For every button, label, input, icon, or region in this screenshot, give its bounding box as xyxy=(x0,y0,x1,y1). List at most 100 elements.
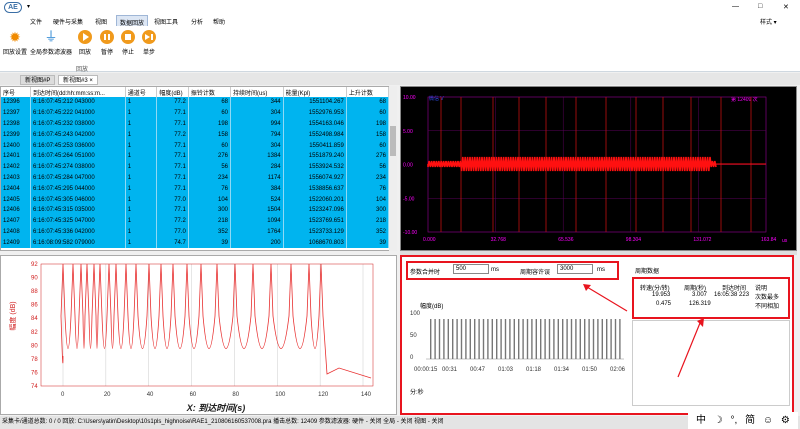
amplitude-time-chart: 92 90 88 86 84 82 80 78 76 74 0 20 40 60 80 100 120 140 幅… xyxy=(0,255,397,415)
table-cell: 794 xyxy=(230,129,284,141)
table-cell: 6:16:08:09:582 079000 xyxy=(30,237,126,249)
table-row[interactable]: 12406 6:16:07:45:315 035000 1 77.1 300 1504 15… xyxy=(1,204,390,216)
col-rise-count[interactable]: 上升计数 xyxy=(346,87,390,97)
table-row[interactable]: 12396 6:16:07:45:212 043000 1 77.2 68 344 1551… xyxy=(1,97,390,108)
table-cell: 218 xyxy=(188,215,232,227)
stop-button[interactable]: 停止 xyxy=(117,30,139,56)
minimize-button[interactable]: — xyxy=(732,3,739,10)
close-tab-icon[interactable]: × xyxy=(89,78,93,84)
ime-emoji-icon[interactable]: ☺ xyxy=(763,415,773,426)
gear-icon: ✹ xyxy=(9,29,21,45)
col-amplitude[interactable]: 幅度(dB) xyxy=(156,87,189,97)
table-cell: 77.2 xyxy=(156,97,189,108)
bar xyxy=(434,319,436,359)
table-scrollbar[interactable] xyxy=(389,86,397,251)
scrollbar-thumb[interactable] xyxy=(390,126,396,156)
ime-simplified[interactable]: 简 xyxy=(745,415,755,426)
quick-access-dropdown-icon[interactable]: ▾ xyxy=(27,3,30,10)
ribbon: ✹ 回放设置 ⏚ 全局参数滤波器 回放 暂停 停止 单步 回放 xyxy=(0,26,800,73)
menu-view[interactable]: 视图 xyxy=(95,17,107,26)
period-tolerance-input[interactable]: 3000 xyxy=(557,264,593,274)
table-row[interactable]: 12400 6:16:07:45:253 036000 1 77.1 60 304 1550… xyxy=(1,140,390,151)
table-cell: 1174 xyxy=(230,172,284,184)
table-row[interactable]: 12399 6:16:07:45:243 042000 1 77.2 158 794 155… xyxy=(1,129,390,141)
wave-y-tick: 10.00 xyxy=(403,95,416,101)
table-row[interactable]: 12398 6:16:07:45:232 038000 1 77.1 198 994 155… xyxy=(1,118,390,130)
amp-y-tick: 84 xyxy=(31,316,38,322)
bar xyxy=(430,319,432,359)
table-cell: 1 xyxy=(125,183,158,195)
bar xyxy=(496,319,498,359)
ime-settings-icon[interactable]: ⚙ xyxy=(781,415,790,426)
col-duration[interactable]: 持续时间(us) xyxy=(230,87,284,97)
ime-chinese[interactable]: 中 xyxy=(696,415,706,426)
table-cell: 1 xyxy=(125,237,158,249)
table-cell: 1384 xyxy=(230,150,284,162)
table-cell: 1764 xyxy=(230,226,284,238)
bar-y-tick: 100 xyxy=(410,311,421,317)
play-button[interactable]: 回放 xyxy=(74,30,96,56)
table-row[interactable]: 12409 6:16:08:09:582 079000 1 74.7 39 200 1068… xyxy=(1,237,390,249)
menu-hardware[interactable]: 硬件与采集 xyxy=(53,17,83,26)
maximize-button[interactable]: □ xyxy=(758,3,762,10)
title-bar: AE ▾ — □ ✕ xyxy=(0,0,800,15)
col-ring-count[interactable]: 振铃计数 xyxy=(188,87,232,97)
amplitude-chart-body[interactable]: 92 90 88 86 84 82 80 78 76 74 0 20 40 60 80 100 120 140 xyxy=(31,262,374,398)
table-cell: 77.1 xyxy=(156,140,189,151)
menu-analysis[interactable]: 分析 xyxy=(191,17,203,26)
table-row[interactable]: 12407 6:16:07:45:325 047000 1 77.2 218 1094 15… xyxy=(1,215,390,227)
table-cell: 76 xyxy=(346,183,390,195)
tab-view-p[interactable]: 新视图#P xyxy=(20,75,56,85)
waveform-svg[interactable]: 微信 V 第 12409 次 10.005.000.00-5.00-10.000… xyxy=(401,87,798,252)
bar xyxy=(438,319,441,359)
step-button[interactable]: 单步 xyxy=(138,30,160,56)
menu-help[interactable]: 帮助 xyxy=(213,17,225,26)
periodic-bar-chart[interactable]: 100 50 000:00:15 00:31 00:47 01:03 01:18 01:34 0… xyxy=(406,309,630,385)
table-cell: 77.0 xyxy=(156,226,189,238)
global-filter-button[interactable]: ⏚ 全局参数滤波器 xyxy=(30,30,72,57)
amp-frame xyxy=(40,263,374,387)
table-cell: 6:16:07:45:232 038000 xyxy=(30,118,126,130)
table-cell: 234 xyxy=(346,172,390,184)
col-channel[interactable]: 通道号 xyxy=(125,87,158,97)
table-cell: 1523769.651 xyxy=(283,215,347,227)
table-row[interactable]: 12408 6:16:07:45:336 042000 1 77.0 352 1764 15… xyxy=(1,226,390,238)
playback-settings-button[interactable]: ✹ 回放设置 xyxy=(2,30,28,56)
table-row[interactable]: 12401 6:16:07:45:264 051000 1 77.1 276 1384 15… xyxy=(1,150,390,162)
style-dropdown[interactable]: 样式 ▾ xyxy=(760,17,777,26)
ime-punct[interactable]: °, xyxy=(731,415,738,426)
bar xyxy=(557,319,559,359)
table-cell: 77.2 xyxy=(156,129,189,141)
period-row-2-desc: 不同相加 xyxy=(755,304,780,310)
ribbon-group-label: 回放 xyxy=(76,67,89,73)
step-icon xyxy=(142,30,156,44)
merge-time-input[interactable]: 500 xyxy=(453,264,489,274)
col-arrival-time[interactable]: 到达时间(dd:hh:mm:ss:m... xyxy=(30,87,126,97)
table-row[interactable]: 12404 6:16:07:45:295 044000 1 77.1 76 384 1538… xyxy=(1,183,390,195)
table-row[interactable]: 12405 6:16:07:45:305 046000 1 77.0 104 524 152… xyxy=(1,194,390,205)
pause-button[interactable]: 暂停 xyxy=(96,30,118,56)
tab-view-3[interactable]: 新视图#3 × xyxy=(58,75,98,85)
bar xyxy=(491,319,493,359)
bar-x-tick: 01:03 xyxy=(498,367,514,373)
tab-view-3-label: 新视图#3 xyxy=(63,78,88,84)
table-row[interactable]: 12397 6:16:07:45:222 041000 1 77.1 60 304 1552… xyxy=(1,107,390,119)
table-cell: 1538856.637 xyxy=(283,183,347,195)
col-index[interactable]: 序号 xyxy=(1,87,31,97)
bar xyxy=(579,319,581,359)
ime-moon-icon[interactable]: ☽ xyxy=(714,415,723,426)
menu-file[interactable]: 文件 xyxy=(30,17,42,26)
table-row[interactable]: 12402 6:16:07:45:274 038000 1 77.1 56 284 1553… xyxy=(1,161,390,173)
period-col-desc: 说明 xyxy=(755,286,768,292)
table-cell: 1068670.803 xyxy=(283,237,347,249)
col-energy[interactable]: 能量(Kpl) xyxy=(283,87,347,97)
amp-x-tick: 20 xyxy=(104,392,111,398)
table-row[interactable]: 12403 6:16:07:45:284 047000 1 77.1 234 1174 15… xyxy=(1,172,390,184)
menu-view-tools[interactable]: 视图工具 xyxy=(154,17,178,26)
table-cell: 1 xyxy=(125,194,158,205)
playback-settings-label: 回放设置 xyxy=(2,50,27,56)
table-cell: 158 xyxy=(188,129,232,141)
close-button[interactable]: ✕ xyxy=(783,3,789,11)
waveform-pane: 微信 V 第 12409 次 10.00 5.00 0.00 -5.00 -10.00 0… xyxy=(400,86,797,251)
app-logo: AE xyxy=(4,2,22,13)
